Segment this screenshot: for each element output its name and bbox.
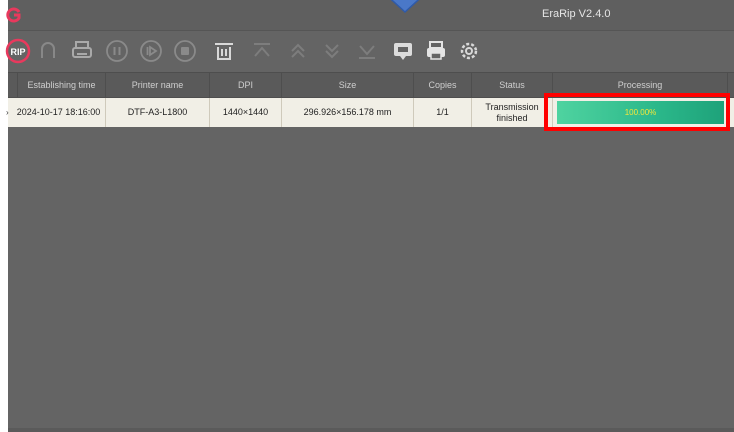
- column-header-printer-name[interactable]: Printer name: [106, 73, 210, 97]
- row-marker-icon: ›: [6, 108, 9, 117]
- column-header-size[interactable]: Size: [282, 73, 414, 97]
- column-header-status[interactable]: Status: [472, 73, 553, 97]
- move-top-icon[interactable]: [248, 37, 276, 65]
- highlight-box: [544, 93, 730, 131]
- toolbar: RIP: [5, 31, 734, 71]
- cell-status: Transmission finished: [472, 98, 553, 127]
- cell-copies: 1/1: [414, 98, 472, 127]
- pointer-arrow-icon: [381, 0, 429, 14]
- preview-icon[interactable]: [389, 37, 417, 65]
- move-up-icon[interactable]: [284, 37, 312, 65]
- bottom-strip: [8, 428, 734, 432]
- settings-icon[interactable]: [455, 37, 483, 65]
- column-header-dpi[interactable]: DPI: [210, 73, 282, 97]
- column-header-establishing-time[interactable]: Establishing time: [18, 73, 106, 97]
- cell-size: 296.926×156.178 mm: [282, 98, 414, 127]
- header-spacer: [8, 73, 18, 97]
- move-down-icon[interactable]: [318, 37, 346, 65]
- stop-icon[interactable]: [171, 37, 199, 65]
- pause-icon[interactable]: [103, 37, 131, 65]
- move-bottom-icon[interactable]: [353, 37, 381, 65]
- print-icon[interactable]: [68, 37, 96, 65]
- printer-settings-icon[interactable]: [422, 37, 450, 65]
- rip-label: RIP: [10, 47, 25, 57]
- column-header-copies[interactable]: Copies: [414, 73, 472, 97]
- rip-button[interactable]: RIP: [4, 37, 32, 65]
- app-window: EraRip V2.4.0 RIP Establishing time Prin…: [5, 0, 734, 432]
- status-line-1: Transmission: [485, 101, 539, 112]
- cell-dpi: 1440×1440: [210, 98, 282, 127]
- delete-icon[interactable]: [210, 37, 238, 65]
- status-line-2: finished: [496, 112, 528, 123]
- app-logo-icon: [6, 7, 22, 23]
- cell-printer-name: DTF-A3-L1800: [106, 98, 210, 127]
- title-bar: EraRip V2.4.0: [6, 0, 734, 31]
- resume-icon[interactable]: [137, 37, 165, 65]
- magnet-icon[interactable]: [34, 37, 62, 65]
- cell-establishing-time: 2024-10-17 18:16:00: [12, 98, 106, 127]
- app-title: EraRip V2.4.0: [542, 8, 611, 20]
